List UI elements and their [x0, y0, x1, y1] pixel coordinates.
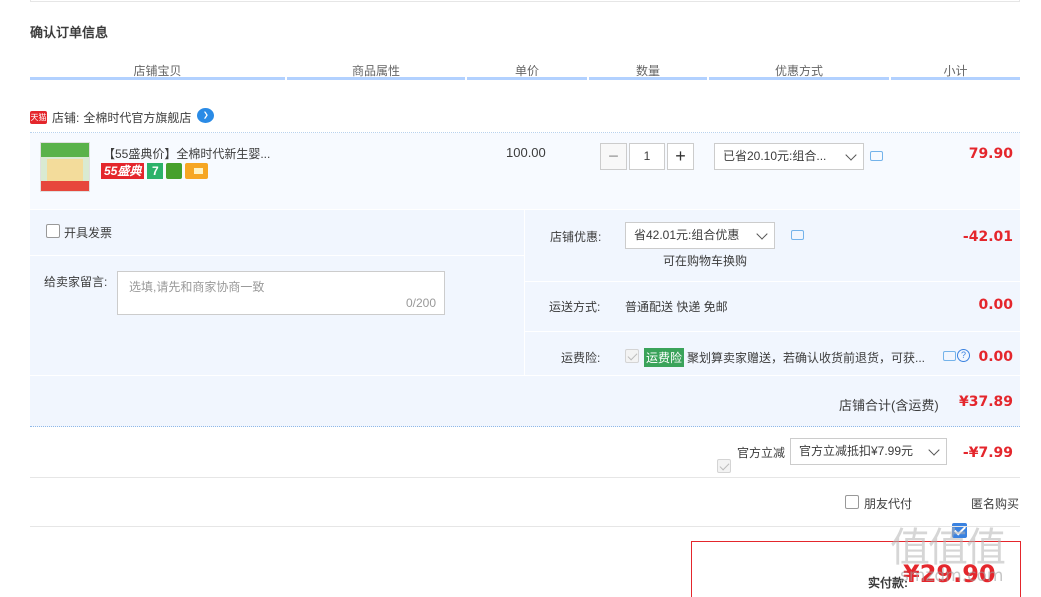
official-discount-select-value: 官方立减抵扣¥7.99元 [799, 444, 914, 458]
item-discount-select-value: 已省20.10元:组合... [723, 149, 827, 163]
friend-pay-checkbox[interactable] [845, 495, 859, 509]
chevron-down-icon [928, 444, 940, 456]
shop-total-label: 店铺合计(含运费) [839, 398, 939, 413]
seller-message-textarea[interactable]: 选填,请先和商家协商一致 0/200 [117, 271, 445, 315]
item-subtotal: 79.90 [968, 146, 1013, 162]
official-discount-select[interactable]: 官方立减抵扣¥7.99元 [790, 438, 947, 465]
divider [30, 526, 1020, 527]
shop-discount-label: 店铺优惠: [550, 230, 602, 244]
comment-icon[interactable] [870, 151, 883, 161]
insurance-checkbox [625, 349, 639, 363]
tmall-icon: 天猫 [30, 110, 47, 124]
insurance-label: 运费险: [561, 351, 601, 365]
divider [30, 255, 524, 256]
top-container-border [30, 0, 1020, 2]
official-discount-checkbox [717, 459, 731, 473]
chat-wangwang-icon[interactable]: ❯ [197, 107, 215, 123]
product-title-link[interactable]: 【55盛典价】全棉时代新生婴... [103, 145, 270, 162]
shop-label: 店铺: [52, 110, 80, 125]
comment-icon[interactable] [791, 230, 804, 240]
divider [30, 477, 1020, 478]
guarantee-icon [166, 163, 183, 179]
anonymous-purchase-label: 匿名购买 [971, 497, 1020, 511]
seven-day-return-icon: 7 [147, 163, 164, 179]
friend-pay-label: 朋友代付 [864, 497, 913, 511]
quantity-stepper: − 1 + [600, 143, 694, 170]
header-underline [30, 77, 1020, 80]
shipping-label: 运送方式: [549, 300, 601, 314]
invoice-checkbox[interactable] [46, 224, 60, 238]
comment-icon[interactable] [943, 351, 956, 361]
chevron-down-icon [845, 149, 857, 161]
insurance-tag: 运费险 [644, 348, 685, 367]
watermark-site: smzdm.com [900, 566, 1004, 586]
item-discount-select[interactable]: 已省20.10元:组合... [714, 143, 864, 170]
shipping-amount: 0.00 [978, 297, 1013, 313]
divider [525, 331, 1020, 332]
unit-price: 100.00 [506, 145, 546, 160]
insurance-amount: 0.00 [978, 349, 1013, 365]
watermark-logo: 值值值 [890, 525, 1006, 571]
quantity-decrease-button[interactable]: − [600, 143, 627, 170]
product-thumbnail[interactable] [40, 142, 90, 192]
quantity-input[interactable]: 1 [629, 143, 665, 170]
shop-total-amount: ¥37.89 [958, 394, 1013, 410]
credit-card-icon [185, 163, 209, 179]
product-badges: 55盛典 7 [101, 163, 209, 179]
seller-message-placeholder: 选填,请先和商家协商一致 [129, 280, 265, 294]
chevron-down-icon [756, 228, 768, 240]
divider [525, 281, 1020, 282]
shipping-method: 普通配送 快递 免邮 [625, 300, 728, 314]
shop-discount-select[interactable]: 省42.01元:组合优惠 [625, 222, 775, 249]
shop-row: 天猫 店铺: 全棉时代官方旗舰店 ❯ [30, 107, 215, 126]
seller-message-label: 给卖家留言: [44, 275, 108, 289]
promo-55-badge: 55盛典 [101, 163, 145, 179]
page-title: 确认订单信息 [30, 25, 109, 40]
shop-discount-select-value: 省42.01元:组合优惠 [634, 228, 740, 242]
official-discount-amount: -¥7.99 [962, 445, 1013, 461]
shop-discount-amount: -42.01 [962, 229, 1013, 245]
shop-name-link[interactable]: 全棉时代官方旗舰店 [83, 109, 191, 126]
quantity-increase-button[interactable]: + [667, 143, 694, 170]
official-discount-label: 官方立减 [737, 446, 786, 460]
message-char-counter: 0/200 [405, 296, 436, 310]
invoice-label: 开具发票 [64, 226, 113, 240]
insurance-description: 聚划算卖家赠送，若确认收货前退货，可获... [687, 351, 926, 365]
shop-discount-note: 可在购物车换购 [663, 254, 748, 268]
